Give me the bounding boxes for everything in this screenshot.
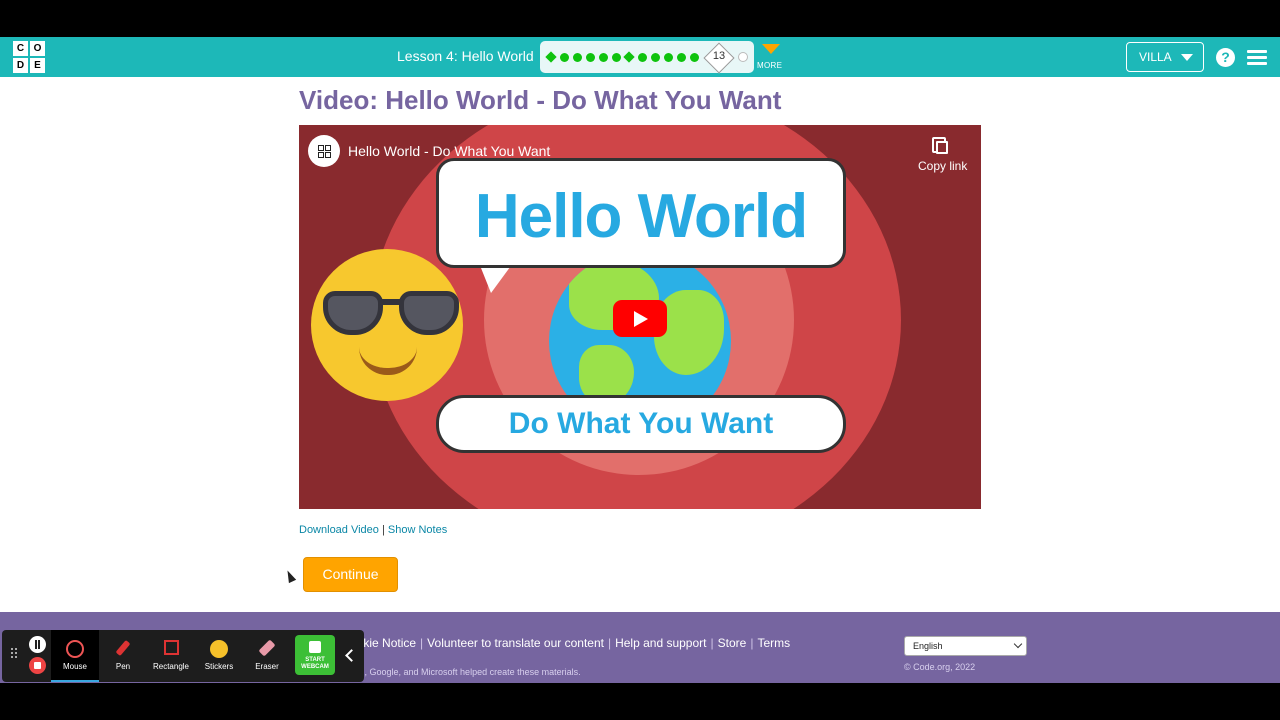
start-webcam-button[interactable]: START WEBCAM bbox=[295, 635, 335, 675]
play-icon bbox=[634, 311, 648, 327]
tool-label: Stickers bbox=[204, 662, 234, 671]
video-links: Download Video | Show Notes bbox=[299, 524, 447, 536]
footer-credit: zon, Google, and Microsoft helped create… bbox=[350, 667, 581, 677]
progress-level-9[interactable] bbox=[651, 53, 660, 62]
pause-recording-button[interactable] bbox=[29, 636, 46, 653]
logo-letter: C bbox=[13, 41, 28, 56]
youtube-video-title[interactable]: Hello World - Do What You Want bbox=[348, 143, 550, 159]
browser-viewport: C O D E Lesson 4: Hello World 13 MORE VI… bbox=[0, 37, 1280, 683]
webcam-label-line: WEBCAM bbox=[301, 664, 329, 670]
footer-link-help[interactable]: Help and support bbox=[615, 636, 706, 650]
eraser-icon bbox=[258, 639, 276, 657]
continue-button[interactable]: Continue bbox=[303, 557, 398, 592]
drag-handle-icon[interactable] bbox=[11, 648, 19, 662]
tool-label: Mouse bbox=[62, 662, 87, 671]
language-selected: English bbox=[913, 641, 943, 651]
progress-level-4[interactable] bbox=[586, 53, 595, 62]
user-name: VILLA bbox=[1139, 50, 1172, 64]
webcam-label: START WEBCAM bbox=[295, 657, 335, 671]
download-video-link[interactable]: Download Video bbox=[299, 524, 379, 536]
youtube-play-button[interactable] bbox=[613, 300, 667, 337]
more-label: MORE bbox=[757, 61, 783, 70]
chevron-left-icon[interactable] bbox=[345, 649, 358, 662]
sunglasses-emoji-illustration bbox=[311, 249, 463, 401]
tool-label: Rectangle bbox=[152, 662, 190, 671]
mouse-icon bbox=[66, 640, 84, 658]
progress-level-3[interactable] bbox=[573, 53, 582, 62]
mouse-cursor-icon bbox=[283, 568, 297, 584]
progress-level-1[interactable] bbox=[545, 51, 557, 63]
progress-level-6[interactable] bbox=[612, 53, 621, 62]
help-icon[interactable]: ? bbox=[1216, 48, 1235, 67]
recorder-toolbar: Mouse Pen Rectangle Stickers Eraser STAR… bbox=[2, 630, 364, 682]
logo-letter: D bbox=[13, 58, 28, 73]
more-button[interactable]: MORE bbox=[757, 42, 785, 74]
top-header: C O D E Lesson 4: Hello World 13 MORE VI… bbox=[0, 37, 1280, 77]
page-title: Video: Hello World - Do What You Want bbox=[299, 85, 782, 115]
tool-mouse[interactable]: Mouse bbox=[51, 630, 99, 682]
progress-level-14[interactable] bbox=[738, 52, 748, 62]
tool-pen[interactable]: Pen bbox=[99, 630, 147, 682]
footer-links: ookie Notice | Volunteer to translate our … bbox=[350, 636, 791, 650]
video-player[interactable]: Hello World Do What You Want Hello World… bbox=[299, 125, 981, 509]
footer-link-terms[interactable]: Terms bbox=[757, 636, 790, 650]
copy-icon[interactable] bbox=[932, 137, 948, 154]
caret-down-icon bbox=[762, 44, 780, 54]
rectangle-icon bbox=[164, 640, 179, 655]
webcam-icon bbox=[309, 641, 321, 653]
sticker-icon bbox=[210, 640, 228, 658]
tool-eraser[interactable]: Eraser bbox=[243, 630, 291, 682]
channel-avatar[interactable] bbox=[308, 135, 340, 167]
tool-label: Eraser bbox=[255, 662, 279, 671]
speech-bubble-top: Hello World bbox=[436, 158, 846, 268]
progress-level-11[interactable] bbox=[677, 53, 686, 62]
copy-link-label[interactable]: Copy link bbox=[918, 159, 967, 173]
progress-level-7[interactable] bbox=[623, 51, 635, 63]
progress-level-2[interactable] bbox=[560, 53, 569, 62]
code-org-logo[interactable]: C O D E bbox=[12, 40, 46, 74]
progress-level-8[interactable] bbox=[638, 53, 647, 62]
logo-letter: E bbox=[30, 58, 45, 73]
webcam-label-line: START bbox=[305, 657, 325, 663]
language-select[interactable]: English bbox=[904, 636, 1027, 656]
code-org-logo-icon bbox=[317, 144, 331, 158]
show-notes-link[interactable]: Show Notes bbox=[388, 524, 447, 536]
tool-label: Pen bbox=[115, 662, 131, 671]
footer-link-volunteer[interactable]: Volunteer to translate our content bbox=[427, 636, 604, 650]
progress-level-12[interactable] bbox=[690, 53, 699, 62]
copyright: © Code.org, 2022 bbox=[904, 662, 976, 672]
lesson-title[interactable]: Lesson 4: Hello World bbox=[397, 48, 534, 64]
lesson-progress-bar: 13 bbox=[540, 41, 754, 74]
link-separator: | bbox=[381, 524, 385, 536]
user-menu-button[interactable]: VILLA bbox=[1126, 42, 1204, 72]
progress-current-level-number: 13 bbox=[712, 50, 726, 62]
thumbnail-subtitle-text: Do What You Want bbox=[508, 407, 774, 440]
progress-level-10[interactable] bbox=[664, 53, 673, 62]
stop-recording-button[interactable] bbox=[29, 657, 46, 674]
progress-level-5[interactable] bbox=[599, 53, 608, 62]
pen-icon bbox=[115, 639, 131, 657]
logo-letter: O bbox=[30, 41, 45, 56]
tool-rectangle[interactable]: Rectangle bbox=[147, 630, 195, 682]
hamburger-menu-icon[interactable] bbox=[1247, 50, 1267, 65]
chevron-down-icon bbox=[1013, 639, 1023, 649]
tool-stickers[interactable]: Stickers bbox=[195, 630, 243, 682]
thumbnail-title-text: Hello World bbox=[474, 182, 808, 251]
speech-bubble-bottom: Do What You Want bbox=[436, 395, 846, 453]
page: C O D E Lesson 4: Hello World 13 MORE VI… bbox=[0, 0, 1280, 720]
footer-link-store[interactable]: Store bbox=[718, 636, 747, 650]
caret-down-icon bbox=[1181, 54, 1193, 61]
